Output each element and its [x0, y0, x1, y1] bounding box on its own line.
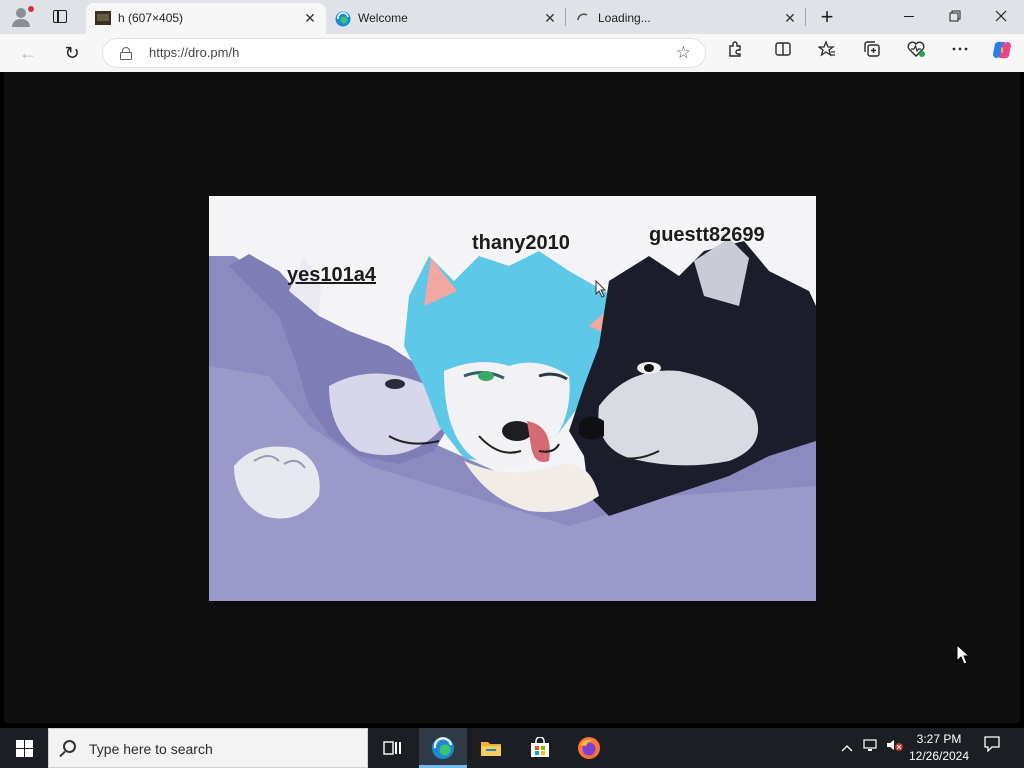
image-label-middle: thany2010 [472, 232, 570, 254]
network-status[interactable] [860, 728, 882, 768]
tab-title: Loading... [598, 11, 651, 25]
search-placeholder: Type here to search [89, 741, 213, 757]
edge-favicon-icon [335, 11, 351, 27]
close-window-button[interactable] [978, 0, 1024, 34]
taskbar-search[interactable]: Type here to search [48, 728, 368, 768]
restore-button[interactable] [932, 0, 978, 34]
task-view-icon [383, 741, 401, 755]
tab-separator [805, 8, 806, 26]
tab-close-button[interactable]: ✕ [782, 10, 798, 26]
copilot-icon[interactable] [989, 40, 1015, 66]
mouse-cursor-icon [956, 644, 970, 665]
loading-spinner-icon [575, 11, 591, 25]
tab-close-button[interactable]: ✕ [542, 10, 558, 26]
more-icon[interactable] [947, 40, 973, 66]
restore-icon [949, 10, 961, 22]
image-favicon-icon [95, 11, 111, 25]
tab-title: h (607×405) [118, 11, 184, 25]
network-icon [863, 739, 877, 751]
notification-center-button[interactable] [978, 728, 1006, 768]
favorites-icon[interactable] [814, 40, 840, 66]
fursona-illustration[interactable]: yes101a4 thany2010 guestt82699 [209, 196, 816, 601]
tab-strip: h (607×405) ✕ Welcome ✕ Loading... ✕ + [0, 0, 1024, 34]
store-icon [531, 737, 549, 757]
browser-essentials-icon[interactable] [903, 40, 929, 66]
folder-icon [481, 742, 501, 756]
url-text[interactable]: https://dro.pm/h [149, 45, 239, 60]
collections-icon[interactable] [859, 40, 885, 66]
notification-icon [984, 736, 1000, 753]
address-bar[interactable]: https://dro.pm/h ☆ [102, 38, 706, 68]
windows-taskbar: Type here to search 3:27 PM 12/26/2024 [0, 728, 1024, 768]
tab-actions-icon[interactable] [48, 6, 72, 28]
new-tab-button[interactable]: + [815, 4, 839, 30]
chevron-up-icon [841, 745, 853, 752]
back-button[interactable]: ← [14, 39, 42, 67]
tab-welcome[interactable]: Welcome ✕ [326, 3, 566, 34]
lock-icon[interactable] [120, 47, 132, 60]
clock-date: 12/26/2024 [908, 749, 970, 763]
tab-title: Welcome [358, 11, 408, 25]
minimize-icon [904, 16, 914, 17]
split-screen-icon[interactable] [770, 40, 796, 66]
windows-logo-icon [16, 740, 24, 748]
system-clock[interactable]: 3:27 PM 12/26/2024 [900, 731, 978, 765]
edge-icon [432, 737, 454, 759]
firefox-icon [578, 737, 600, 759]
taskbar-file-explorer[interactable] [467, 728, 515, 768]
favorite-star-icon[interactable]: ☆ [676, 43, 691, 63]
taskbar-edge[interactable] [419, 728, 467, 768]
browser-toolbar: ← ↻ https://dro.pm/h ☆ [0, 34, 1024, 72]
image-label-left: yes101a4 [287, 264, 376, 286]
profile-icon[interactable] [8, 5, 34, 29]
taskbar-microsoft-store[interactable] [516, 728, 564, 768]
tab-loading[interactable]: Loading... ✕ [566, 3, 806, 34]
close-icon [995, 10, 1007, 22]
show-hidden-icons-button[interactable] [838, 728, 856, 768]
start-button[interactable] [0, 728, 48, 768]
image-label-right: guestt82699 [649, 224, 765, 246]
task-view-button[interactable] [368, 728, 416, 768]
minimize-button[interactable] [886, 0, 932, 34]
cursor-in-image-icon [595, 280, 607, 298]
tab-close-button[interactable]: ✕ [302, 10, 318, 26]
taskbar-firefox[interactable] [565, 728, 613, 768]
extensions-icon[interactable] [722, 40, 748, 66]
tab-image[interactable]: h (607×405) ✕ [86, 3, 326, 34]
refresh-button[interactable]: ↻ [58, 39, 86, 67]
clock-time: 3:27 PM [916, 732, 962, 746]
